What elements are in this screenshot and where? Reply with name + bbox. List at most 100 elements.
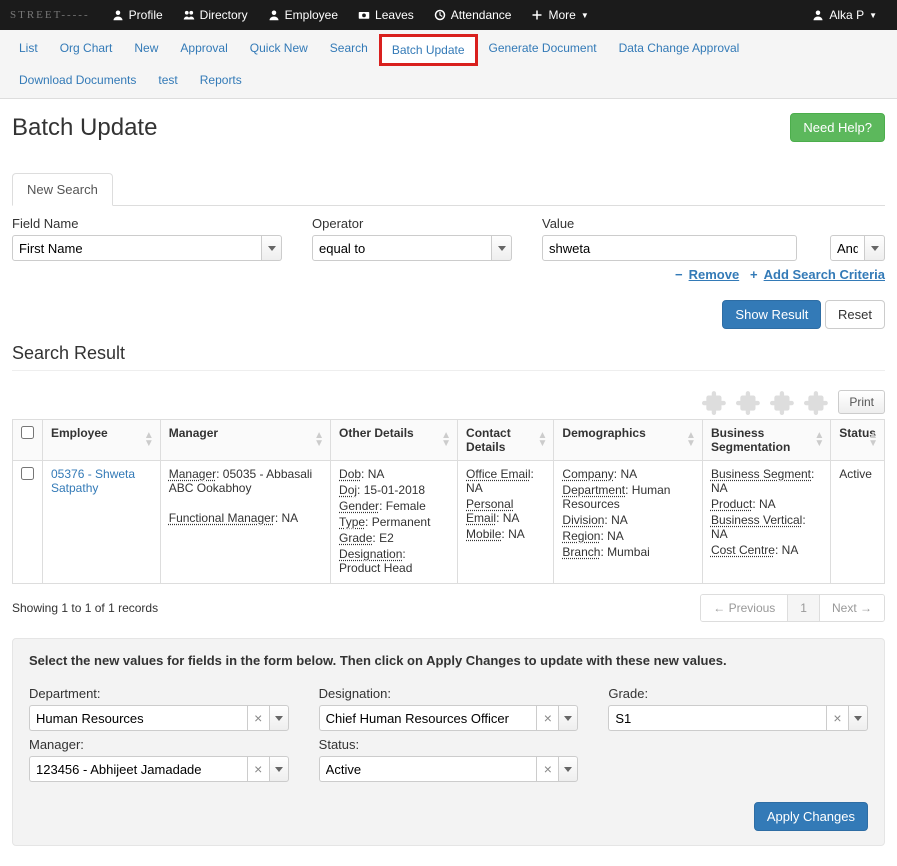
pager-page-1[interactable]: 1	[787, 595, 819, 621]
col-employee[interactable]: Employee▲▼	[43, 420, 161, 461]
subnav-generate-document[interactable]: Generate Document	[478, 34, 608, 66]
operator-select[interactable]	[312, 235, 512, 261]
need-help-button[interactable]: Need Help?	[790, 113, 885, 142]
person-icon	[112, 9, 124, 21]
manager-label: Manager:	[29, 737, 289, 752]
mobile-kv: Mobile: NA	[466, 527, 545, 541]
nav-directory[interactable]: Directory	[183, 8, 248, 22]
chevron-down-icon[interactable]	[558, 705, 578, 731]
sort-icon: ▲▼	[441, 432, 451, 448]
subnav-batch-update[interactable]: Batch Update	[379, 34, 478, 66]
field-name-value[interactable]	[12, 235, 262, 261]
nav-attendance[interactable]: Attendance	[434, 8, 512, 22]
subnav-new[interactable]: New	[123, 34, 169, 66]
employee-link[interactable]: 05376 - Shweta Satpathy	[51, 467, 135, 495]
subnav-reports[interactable]: Reports	[189, 66, 253, 94]
field-name-label: Field Name	[12, 216, 282, 231]
subnav-download-documents[interactable]: Download Documents	[8, 66, 147, 94]
col-status[interactable]: Status▲▼	[831, 420, 885, 461]
nav-user-label: Alka P	[829, 8, 864, 22]
dob-kv: Dob: NA	[339, 467, 449, 481]
operator-label: Operator	[312, 216, 512, 231]
subnav-quick-new[interactable]: Quick New	[239, 34, 319, 66]
puzzle-icon[interactable]	[804, 389, 830, 415]
nav-profile[interactable]: Profile	[112, 8, 163, 22]
chevron-down-icon[interactable]	[492, 235, 512, 261]
operator-value[interactable]	[312, 235, 492, 261]
results-table: Employee▲▼ Manager▲▼ Other Details▲▼ Con…	[12, 419, 885, 584]
nav-user-menu[interactable]: Alka P ▼	[812, 8, 877, 22]
clear-icon[interactable]: ×	[247, 705, 269, 731]
designation-select[interactable]: ×	[319, 705, 579, 731]
clear-icon[interactable]: ×	[826, 705, 848, 731]
tab-new-search[interactable]: New Search	[12, 173, 113, 206]
subnav-list[interactable]: List	[8, 34, 49, 66]
puzzle-icon[interactable]	[702, 389, 728, 415]
status-select[interactable]: ×	[319, 756, 579, 782]
nav-more-label: More	[548, 8, 575, 22]
manager-value[interactable]	[29, 756, 247, 782]
row-checkbox[interactable]	[21, 467, 34, 480]
field-name-select[interactable]	[12, 235, 282, 261]
col-other-details[interactable]: Other Details▲▼	[331, 420, 458, 461]
minus-icon: −	[675, 267, 683, 282]
clear-icon[interactable]: ×	[247, 756, 269, 782]
subnav-test[interactable]: test	[147, 66, 188, 94]
person-icon	[268, 9, 280, 21]
department-select[interactable]: ×	[29, 705, 289, 731]
col-business-segmentation[interactable]: Business Segmentation▲▼	[702, 420, 830, 461]
select-all-checkbox[interactable]	[21, 426, 34, 439]
grade-value[interactable]	[608, 705, 826, 731]
subnav-approval[interactable]: Approval	[169, 34, 238, 66]
clear-icon[interactable]: ×	[536, 756, 558, 782]
designation-value[interactable]	[319, 705, 537, 731]
subnav-org-chart[interactable]: Org Chart	[49, 34, 124, 66]
plus-icon: +	[750, 267, 758, 282]
nav-more[interactable]: More ▼	[531, 8, 588, 22]
divider	[12, 370, 885, 371]
chevron-down-icon: ▼	[581, 11, 589, 20]
puzzle-icon[interactable]	[770, 389, 796, 415]
print-button[interactable]: Print	[838, 390, 885, 414]
pager: ← Previous 1 Next →	[700, 594, 885, 622]
grade-select[interactable]: ×	[608, 705, 868, 731]
department-value[interactable]	[29, 705, 247, 731]
app-logo: STREET-----	[10, 9, 90, 21]
manager-select[interactable]: ×	[29, 756, 289, 782]
col-demographics[interactable]: Demographics▲▼	[554, 420, 703, 461]
chevron-down-icon[interactable]	[848, 705, 868, 731]
sort-icon: ▲▼	[144, 432, 154, 448]
status-value[interactable]	[319, 756, 537, 782]
search-criteria-row: Field Name Operator Value	[12, 216, 885, 261]
company-kv: Company: NA	[562, 467, 694, 481]
show-result-button[interactable]: Show Result	[722, 300, 821, 329]
sort-icon: ▲▼	[868, 432, 878, 448]
clear-icon[interactable]: ×	[536, 705, 558, 731]
functional-manager-kv: Functional Manager: NA	[169, 511, 322, 525]
logic-select[interactable]	[830, 235, 885, 261]
col-contact-details[interactable]: Contact Details▲▼	[458, 420, 554, 461]
chevron-down-icon[interactable]	[269, 705, 289, 731]
chevron-down-icon[interactable]	[558, 756, 578, 782]
puzzle-icon[interactable]	[736, 389, 762, 415]
product-kv: Product: NA	[711, 497, 822, 511]
pager-prev[interactable]: ← Previous	[701, 595, 787, 621]
pager-next[interactable]: Next →	[819, 595, 884, 621]
subnav-search[interactable]: Search	[319, 34, 379, 66]
nav-leaves-label: Leaves	[375, 8, 414, 22]
chevron-down-icon[interactable]	[865, 235, 885, 261]
value-input[interactable]	[542, 235, 797, 261]
business-segment-kv: Business Segment: NA	[711, 467, 822, 495]
col-manager[interactable]: Manager▲▼	[160, 420, 330, 461]
add-criteria-link[interactable]: Add Search Criteria	[764, 267, 885, 282]
chevron-down-icon[interactable]	[269, 756, 289, 782]
reset-button[interactable]: Reset	[825, 300, 885, 329]
nav-employee[interactable]: Employee	[268, 8, 338, 22]
remove-criteria-link[interactable]: Remove	[689, 267, 740, 282]
subnav-data-change-approval[interactable]: Data Change Approval	[608, 34, 751, 66]
apply-changes-button[interactable]: Apply Changes	[754, 802, 868, 831]
chevron-down-icon[interactable]	[262, 235, 282, 261]
nav-leaves[interactable]: Leaves	[358, 8, 414, 22]
top-nav: STREET----- Profile Directory Employee L…	[0, 0, 897, 30]
logic-value[interactable]	[830, 235, 865, 261]
